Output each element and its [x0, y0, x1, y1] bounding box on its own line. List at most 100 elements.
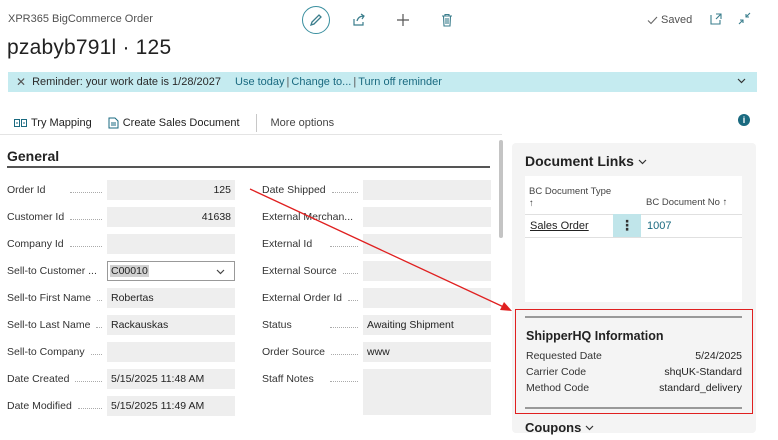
- delete-button[interactable]: [433, 6, 461, 34]
- field-label: Company Id: [7, 238, 64, 250]
- mapping-icon: [14, 119, 27, 127]
- field-input[interactable]: [363, 234, 491, 254]
- field-input[interactable]: 5/15/2025 11:49 AM: [107, 396, 235, 416]
- leader-dots: [70, 192, 102, 193]
- divider: [0, 134, 502, 135]
- create-sales-document-button[interactable]: Create Sales Document: [108, 117, 240, 129]
- field-label: External Id: [262, 238, 313, 250]
- separator: |: [353, 76, 357, 88]
- page-title: pzabyb791l · 125: [7, 36, 172, 59]
- create-sales-document-label: Create Sales Document: [122, 117, 240, 129]
- coupons-title: Coupons: [525, 420, 582, 435]
- checkmark-icon: [647, 16, 658, 24]
- try-mapping-button[interactable]: Try Mapping: [14, 117, 92, 129]
- saved-status: Saved: [647, 14, 692, 26]
- field-label: Order Id: [7, 184, 46, 196]
- field-input[interactable]: [363, 207, 491, 227]
- coupons-header[interactable]: Coupons: [525, 420, 595, 435]
- field-label: External Merchan...: [262, 211, 354, 223]
- chevron-down-icon: [638, 159, 647, 164]
- field-label: Sell-to Company: [7, 346, 85, 358]
- work-date-reminder: ✕ Reminder: your work date is 1/28/2027 …: [8, 72, 757, 92]
- field-input[interactable]: www: [363, 342, 491, 362]
- saved-label: Saved: [661, 14, 693, 26]
- field-input[interactable]: 125: [107, 180, 235, 200]
- document-no-link[interactable]: 1007: [647, 220, 671, 232]
- share-button[interactable]: [345, 6, 373, 34]
- open-new-window-button[interactable]: [710, 12, 723, 30]
- field-label: Sell-to Customer ...: [7, 265, 97, 277]
- field-label: Sell-to Last Name: [7, 319, 91, 331]
- edit-button[interactable]: [302, 6, 330, 34]
- field-label: Customer Id: [7, 211, 65, 223]
- highlight-box: [515, 309, 753, 414]
- row-actions-button[interactable]: ⋮: [613, 214, 641, 237]
- collapse-button[interactable]: [738, 12, 751, 30]
- leader-dots: [330, 327, 358, 328]
- document-icon: [108, 117, 119, 129]
- field-input[interactable]: [107, 234, 235, 254]
- reminder-text: Reminder: your work date is 1/28/2027: [32, 76, 221, 88]
- document-type-link[interactable]: Sales Order: [530, 220, 589, 232]
- field-label: External Order Id: [262, 292, 342, 304]
- plus-icon: [397, 14, 409, 26]
- collapse-icon: [738, 12, 751, 25]
- try-mapping-label: Try Mapping: [31, 117, 92, 129]
- info-icon[interactable]: i: [738, 114, 750, 126]
- leader-dots: [330, 381, 358, 382]
- field-label: Status: [262, 319, 292, 331]
- column-header-bc-document-type[interactable]: BC Document Type ↑: [529, 186, 611, 210]
- chevron-down-icon: [585, 425, 594, 431]
- sort-arrow-icon: ↑: [529, 198, 534, 209]
- field-label: Date Shipped: [262, 184, 326, 196]
- field-input[interactable]: [363, 180, 491, 200]
- divider: [255, 114, 257, 132]
- leader-dots: [96, 327, 102, 328]
- leader-dots: [97, 300, 102, 301]
- column-header-label: BC Document Type: [529, 186, 612, 197]
- leader-dots: [70, 219, 102, 220]
- field-input[interactable]: 41638: [107, 207, 235, 227]
- field-input[interactable]: Awaiting Shipment: [363, 315, 491, 335]
- field-input[interactable]: C00010: [107, 261, 235, 281]
- field-input[interactable]: 5/15/2025 11:48 AM: [107, 369, 235, 389]
- leader-dots: [331, 192, 358, 193]
- column-header-label: BC Document No: [646, 197, 720, 208]
- field-label: Date Created: [7, 373, 70, 385]
- use-today-link[interactable]: Use today: [235, 76, 285, 88]
- field-input[interactable]: [107, 342, 235, 362]
- scrollbar[interactable]: [499, 140, 503, 238]
- app-title: XPR365 BigCommerce Order: [8, 13, 153, 25]
- share-icon: [353, 13, 365, 26]
- field-input[interactable]: [363, 261, 491, 281]
- leader-dots: [90, 354, 102, 355]
- new-button[interactable]: [389, 6, 417, 34]
- leader-dots: [331, 354, 358, 355]
- section-underline: [7, 166, 490, 168]
- leader-dots: [330, 246, 358, 247]
- chevron-down-icon: [216, 269, 225, 274]
- field-input[interactable]: Rackauskas: [107, 315, 235, 335]
- trash-icon: [442, 13, 452, 27]
- field-label: Date Modified: [7, 400, 72, 412]
- general-section-title: General: [7, 148, 60, 164]
- pencil-icon: [309, 14, 322, 27]
- chevron-down-icon[interactable]: [736, 75, 747, 86]
- document-links-header[interactable]: Document Links: [525, 153, 648, 169]
- field-label: External Source: [262, 265, 337, 277]
- column-header-bc-document-no[interactable]: BC Document No ↑: [646, 197, 727, 208]
- leader-dots: [77, 408, 102, 409]
- field-input[interactable]: Robertas: [107, 288, 235, 308]
- separator: |: [286, 76, 290, 88]
- field-input[interactable]: [363, 288, 491, 308]
- document-links-title: Document Links: [525, 153, 634, 169]
- more-options-button[interactable]: More options: [271, 117, 335, 129]
- leader-dots: [347, 300, 358, 301]
- field-input[interactable]: [363, 369, 491, 415]
- select-value: C00010: [110, 265, 149, 277]
- turn-off-reminder-link[interactable]: Turn off reminder: [358, 76, 442, 88]
- change-to-link[interactable]: Change to...: [291, 76, 351, 88]
- action-bar: Try Mapping Create Sales Document More o…: [14, 114, 334, 132]
- field-label: Order Source: [262, 346, 326, 358]
- close-icon[interactable]: ✕: [16, 75, 26, 89]
